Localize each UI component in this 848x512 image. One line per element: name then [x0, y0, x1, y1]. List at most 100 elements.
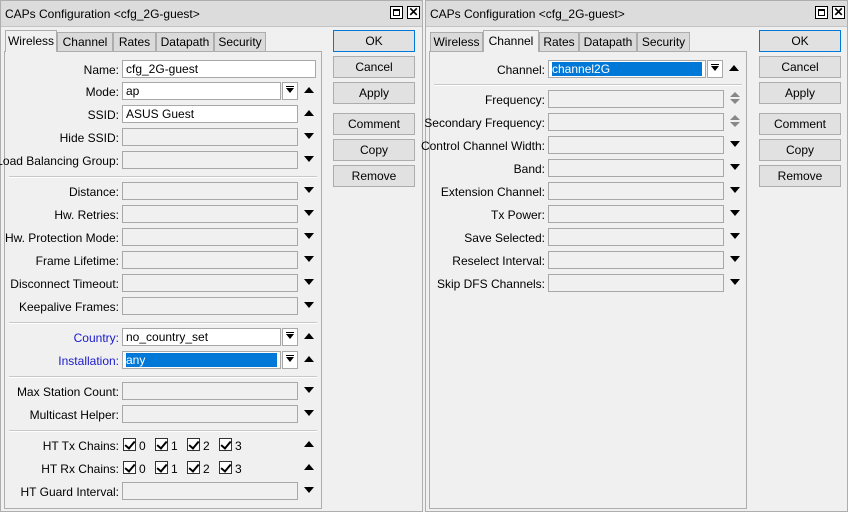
- channel-dropdown-icon[interactable]: [707, 60, 723, 78]
- hw-retries-expand-icon[interactable]: [304, 208, 314, 218]
- extension-channel-field[interactable]: [548, 182, 724, 200]
- ht-rx-chain-2-checkbox[interactable]: [187, 461, 200, 474]
- mode-dropdown-icon[interactable]: [282, 82, 298, 100]
- ht-rx-chain-0-checkbox[interactable]: [123, 461, 136, 474]
- cancel-button[interactable]: Cancel: [759, 56, 841, 78]
- hide-ssid-field[interactable]: [122, 128, 298, 146]
- left-titlebar[interactable]: CAPs Configuration <cfg_2G-guest> ✕: [1, 1, 422, 27]
- keepalive-field[interactable]: [122, 297, 298, 315]
- secondary-frequency-field[interactable]: [548, 113, 724, 131]
- country-dropdown-icon[interactable]: [282, 328, 298, 346]
- control-channel-width-expand-icon[interactable]: [730, 139, 740, 149]
- copy-button[interactable]: Copy: [333, 139, 415, 161]
- tab-rates[interactable]: Rates: [539, 32, 579, 51]
- hide-ssid-label: Hide SSID:: [59, 131, 119, 145]
- band-expand-icon[interactable]: [730, 162, 740, 172]
- ht-guard-field[interactable]: [122, 482, 298, 500]
- reselect-interval-expand-icon[interactable]: [730, 254, 740, 264]
- keepalive-expand-icon[interactable]: [304, 300, 314, 310]
- multicast-expand-icon[interactable]: [304, 408, 314, 418]
- country-collapse-icon[interactable]: [304, 331, 314, 341]
- close-icon[interactable]: ✕: [832, 6, 845, 19]
- ht-tx-chain-1-checkbox[interactable]: [155, 438, 168, 451]
- frame-lifetime-field[interactable]: [122, 251, 298, 269]
- tx-power-expand-icon[interactable]: [730, 208, 740, 218]
- band-field[interactable]: [548, 159, 724, 177]
- ht-tx-collapse-icon[interactable]: [304, 439, 314, 449]
- cancel-button[interactable]: Cancel: [333, 56, 415, 78]
- disconnect-timeout-field[interactable]: [122, 274, 298, 292]
- tab-wireless[interactable]: Wireless: [5, 30, 57, 52]
- extension-channel-expand-icon[interactable]: [730, 185, 740, 195]
- ssid-collapse-icon[interactable]: [304, 108, 314, 118]
- control-channel-width-field[interactable]: [548, 136, 724, 154]
- name-input[interactable]: cfg_2G-guest: [122, 60, 316, 78]
- remove-button[interactable]: Remove: [759, 165, 841, 187]
- right-channel-panel: Channel: channel2G Frequency: Secondary …: [421, 51, 747, 509]
- ht-guard-expand-icon[interactable]: [304, 485, 314, 495]
- band-label: Band:: [513, 162, 545, 176]
- remove-button[interactable]: Remove: [333, 165, 415, 187]
- tab-datapath[interactable]: Datapath: [579, 32, 637, 51]
- installation-collapse-icon[interactable]: [304, 354, 314, 364]
- ssid-input[interactable]: ASUS Guest: [122, 105, 298, 123]
- tab-security[interactable]: Security: [214, 32, 266, 51]
- right-window: CAPs Configuration <cfg_2G-guest> ✕ Wire…: [421, 0, 848, 512]
- hw-protection-expand-icon[interactable]: [304, 231, 314, 241]
- frequency-updown-icon[interactable]: [730, 92, 740, 104]
- comment-button[interactable]: Comment: [333, 113, 415, 135]
- tx-power-field[interactable]: [548, 205, 724, 223]
- hw-retries-label: Hw. Retries:: [54, 208, 119, 222]
- installation-select[interactable]: any: [122, 351, 281, 369]
- max-station-expand-icon[interactable]: [304, 385, 314, 395]
- ht-tx-chain-3-checkbox[interactable]: [219, 438, 232, 451]
- installation-value: any: [126, 353, 277, 367]
- tab-rates[interactable]: Rates: [113, 32, 156, 51]
- frame-lifetime-expand-icon[interactable]: [304, 254, 314, 264]
- distance-expand-icon[interactable]: [304, 185, 314, 195]
- frequency-field[interactable]: [548, 90, 724, 108]
- skip-dfs-expand-icon[interactable]: [730, 277, 740, 287]
- copy-button[interactable]: Copy: [759, 139, 841, 161]
- ht-rx-chain-1-checkbox[interactable]: [155, 461, 168, 474]
- maximize-icon[interactable]: [815, 6, 828, 19]
- load-balancing-expand-icon[interactable]: [304, 154, 314, 164]
- channel-select[interactable]: channel2G: [548, 60, 706, 78]
- distance-field[interactable]: [122, 182, 298, 200]
- country-select[interactable]: no_country_set: [122, 328, 281, 346]
- ok-button[interactable]: OK: [759, 30, 841, 52]
- disconnect-timeout-expand-icon[interactable]: [304, 277, 314, 287]
- close-icon[interactable]: ✕: [407, 6, 420, 19]
- ok-button[interactable]: OK: [333, 30, 415, 52]
- tab-channel[interactable]: Channel: [57, 32, 113, 51]
- right-titlebar[interactable]: CAPs Configuration <cfg_2G-guest> ✕: [426, 1, 847, 27]
- max-station-field[interactable]: [122, 382, 298, 400]
- apply-button[interactable]: Apply: [759, 82, 841, 104]
- apply-button[interactable]: Apply: [333, 82, 415, 104]
- reselect-interval-field[interactable]: [548, 251, 724, 269]
- hide-ssid-expand-icon[interactable]: [304, 131, 314, 141]
- mode-collapse-icon[interactable]: [304, 85, 314, 95]
- tab-datapath[interactable]: Datapath: [156, 32, 214, 51]
- installation-dropdown-icon[interactable]: [282, 351, 298, 369]
- save-selected-field[interactable]: [548, 228, 724, 246]
- tab-channel[interactable]: Channel: [483, 30, 539, 52]
- secondary-frequency-updown-icon[interactable]: [730, 115, 740, 127]
- ht-tx-chain-0-checkbox[interactable]: [123, 438, 136, 451]
- channel-collapse-icon[interactable]: [729, 63, 739, 73]
- ht-rx-label: HT Rx Chains:: [41, 462, 119, 476]
- ht-rx-chain-3-checkbox[interactable]: [219, 461, 232, 474]
- skip-dfs-field[interactable]: [548, 274, 724, 292]
- tab-security[interactable]: Security: [637, 32, 690, 51]
- hw-retries-field[interactable]: [122, 205, 298, 223]
- ht-tx-chain-2-checkbox[interactable]: [187, 438, 200, 451]
- ht-rx-collapse-icon[interactable]: [304, 462, 314, 472]
- tab-wireless[interactable]: Wireless: [430, 32, 483, 51]
- maximize-icon[interactable]: [390, 6, 403, 19]
- mode-select[interactable]: ap: [122, 82, 281, 100]
- hw-protection-field[interactable]: [122, 228, 298, 246]
- multicast-field[interactable]: [122, 405, 298, 423]
- comment-button[interactable]: Comment: [759, 113, 841, 135]
- save-selected-expand-icon[interactable]: [730, 231, 740, 241]
- load-balancing-field[interactable]: [122, 151, 298, 169]
